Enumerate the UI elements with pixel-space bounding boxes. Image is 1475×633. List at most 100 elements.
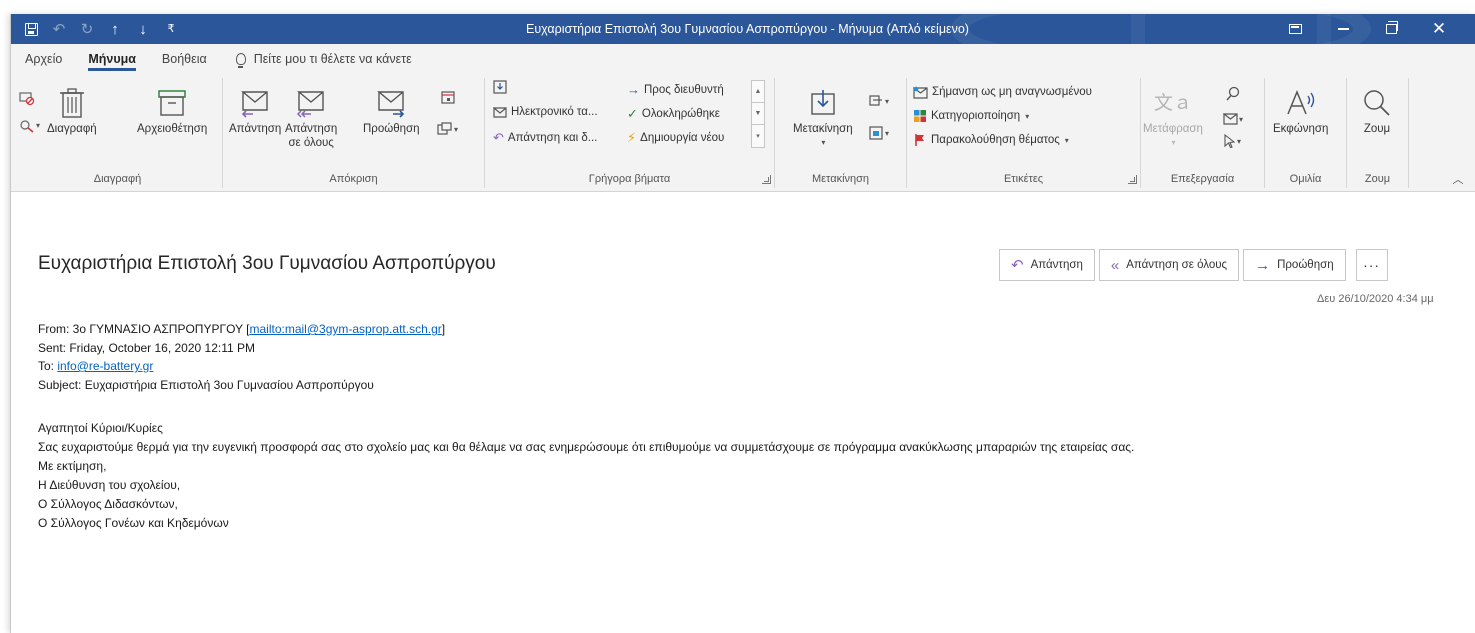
quick-step-done-label: Ολοκληρώθηκε bbox=[641, 108, 720, 120]
window-title: Ευχαριστήρια Επιστολή 3ου Γυμνασίου Ασπρ… bbox=[526, 22, 969, 36]
quick-step-to-manager[interactable]: → Προς διευθυντή bbox=[627, 82, 724, 97]
categories-icon bbox=[914, 110, 926, 122]
rules-icon bbox=[869, 95, 882, 106]
arrow-right-icon: → bbox=[627, 82, 640, 97]
rules-button[interactable]: ▾ bbox=[869, 92, 899, 110]
customize-qat-button[interactable]: ₹ bbox=[157, 18, 185, 40]
mark-unread-button[interactable]: Σήμανση ως μη αναγνωσμένου bbox=[913, 82, 1092, 102]
quick-steps-scroll-up[interactable]: ▲ bbox=[752, 81, 764, 103]
restore-button[interactable] bbox=[1367, 14, 1415, 44]
next-item-button[interactable]: ↓ bbox=[129, 18, 157, 40]
minimize-icon bbox=[1337, 28, 1349, 30]
customize-icon: ₹ bbox=[167, 22, 175, 35]
forward-action-button[interactable]: → Προώθηση bbox=[1243, 249, 1346, 281]
more-actions-button[interactable]: ··· bbox=[1355, 249, 1388, 281]
tell-me-label: Πείτε μου τι θέλετε να κάνετε bbox=[253, 52, 412, 66]
group-respond: Απάντηση Απάντηση σε όλους Προώθηση ▾ Απ… bbox=[223, 78, 485, 188]
ignore-icon bbox=[19, 92, 35, 106]
zoom-button[interactable]: Ζουμ bbox=[1361, 86, 1393, 136]
actions-caret-icon: ▾ bbox=[885, 128, 890, 138]
reply-all-action-button[interactable]: « Απάντηση σε όλους bbox=[1098, 249, 1240, 281]
ribbon-display-icon bbox=[1288, 24, 1302, 34]
delete-button[interactable]: Διαγραφή bbox=[47, 86, 97, 136]
redo-icon: ↻ bbox=[80, 20, 94, 38]
reply-button[interactable]: Απάντηση bbox=[229, 86, 281, 136]
follow-up-button[interactable]: Παρακολούθηση θέματος ▾ bbox=[913, 130, 1069, 150]
group-editing-label: Επεξεργασία bbox=[1170, 173, 1235, 185]
reply-all-button[interactable]: Απάντηση σε όλους bbox=[285, 86, 337, 150]
chevron-up-icon: ︿ bbox=[1452, 174, 1464, 186]
previous-item-button[interactable]: ↑ bbox=[101, 18, 129, 40]
reply-all-action-label: Απάντηση σε όλους bbox=[1126, 259, 1228, 271]
window-controls: ✕ bbox=[1271, 14, 1463, 44]
tab-message[interactable]: Μήνυμα bbox=[75, 44, 149, 74]
quick-steps-scroller: ▲ ▼ ▾ bbox=[751, 80, 765, 148]
archive-button[interactable]: Αρχειοθέτηση bbox=[137, 86, 207, 136]
tags-dialog-launcher[interactable] bbox=[1128, 175, 1137, 184]
lightbulb-icon bbox=[235, 53, 246, 68]
tab-help[interactable]: Βοήθεια bbox=[149, 44, 220, 74]
reply-all-arrow-icon: « bbox=[1110, 256, 1120, 274]
categorize-button[interactable]: Κατηγοριοποίηση ▾ bbox=[913, 106, 1029, 126]
categorize-caret-icon: ▾ bbox=[1025, 111, 1030, 121]
from-mailto-link[interactable]: mailto:mail@3gym-asprop.att.sch.gr bbox=[250, 322, 442, 336]
group-tags: Σήμανση ως μη αναγνωσμένου Κατηγοριοποίη… bbox=[907, 78, 1141, 188]
actions-icon bbox=[869, 126, 883, 140]
restore-icon bbox=[1385, 21, 1398, 34]
ribbon-display-options-button[interactable] bbox=[1271, 14, 1319, 44]
related-caret-icon: ▾ bbox=[1239, 114, 1244, 124]
select-caret-icon: ▾ bbox=[1237, 136, 1242, 146]
quick-step-create-new[interactable]: ⚡ Δημιουργία νέου bbox=[627, 130, 724, 146]
archive-icon bbox=[158, 90, 186, 116]
collapse-ribbon-button[interactable]: ︿ bbox=[1451, 172, 1465, 186]
quick-steps-scroll-down[interactable]: ▼ bbox=[752, 103, 764, 125]
close-icon: ✕ bbox=[1431, 19, 1447, 38]
undo-button[interactable]: ↶ bbox=[45, 18, 73, 40]
body-line: Ο Σύλλογος Διδασκόντων, bbox=[38, 497, 178, 511]
reply-all-label-1: Απάντηση bbox=[285, 123, 338, 135]
cleanup-button[interactable]: ▾ bbox=[19, 116, 45, 134]
quick-step-reply-delete[interactable]: ↶ Απάντηση και δ... bbox=[493, 130, 597, 146]
ignore-button[interactable] bbox=[19, 90, 39, 108]
body-line: Με εκτίμηση, bbox=[38, 459, 107, 473]
header-from: From: 3ο ΓΥΜΝΑΣΙΟ ΑΣΠΡΟΠΥΡΓΟΥ [mailto:ma… bbox=[38, 320, 445, 339]
to-email-link[interactable]: info@re-battery.gr bbox=[57, 359, 153, 373]
reply-arrow-icon: ↶ bbox=[493, 130, 504, 145]
forward-arrow-icon: → bbox=[1255, 256, 1271, 274]
quick-step-create-new-label: Δημιουργία νέου bbox=[640, 132, 725, 144]
forward-button[interactable]: Προώθηση bbox=[363, 86, 420, 136]
minimize-button[interactable] bbox=[1319, 14, 1367, 44]
message-actions: ↶ Απάντηση « Απάντηση σε όλους → Προώθησ… bbox=[999, 249, 1388, 281]
to-prefix: To: bbox=[38, 359, 58, 373]
quick-steps-more[interactable]: ▾ bbox=[752, 125, 764, 147]
forward-action-label: Προώθηση bbox=[1277, 259, 1334, 271]
meeting-button[interactable] bbox=[441, 90, 459, 108]
quick-steps-dialog-launcher[interactable] bbox=[762, 175, 771, 184]
reply-action-button[interactable]: ↶ Απάντηση bbox=[999, 249, 1095, 281]
quick-step-done[interactable]: ✓ Ολοκληρώθηκε bbox=[627, 106, 720, 122]
redo-button[interactable]: ↻ bbox=[73, 18, 101, 40]
tab-file[interactable]: Αρχείο bbox=[11, 44, 75, 74]
onenote-button[interactable]: ▾ bbox=[869, 124, 899, 142]
find-button[interactable] bbox=[1225, 86, 1245, 106]
reply-all-icon bbox=[297, 91, 324, 118]
group-delete-label: Διαγραφή bbox=[93, 173, 142, 185]
related-button[interactable]: ▾ bbox=[1223, 110, 1253, 128]
envelope-icon bbox=[493, 106, 507, 118]
move-button[interactable]: Μετακίνηση ▾ bbox=[793, 86, 853, 150]
from-prefix: From: 3ο ΓΥΜΝΑΣΙΟ ΑΣΠΡΟΠΥΡΓΟΥ [ bbox=[38, 322, 250, 336]
select-button[interactable]: ▾ bbox=[1223, 132, 1253, 150]
tell-me-box[interactable]: Πείτε μου τι θέλετε να κάνετε bbox=[220, 52, 412, 68]
translate-button[interactable]: 文ａ Μετάφραση ▾ bbox=[1143, 86, 1203, 150]
save-button[interactable] bbox=[17, 18, 45, 40]
rules-caret-icon: ▾ bbox=[885, 96, 890, 106]
quick-step-move-to[interactable] bbox=[493, 80, 507, 94]
close-button[interactable]: ✕ bbox=[1415, 14, 1463, 44]
quick-access-toolbar: ↶ ↻ ↑ ↓ ₹ bbox=[17, 18, 185, 40]
group-zoom-label: Ζουμ bbox=[1364, 173, 1391, 185]
more-respond-button[interactable]: ▾ bbox=[437, 120, 467, 138]
quick-step-team-email[interactable]: Ηλεκτρονικό τα... bbox=[493, 106, 598, 118]
body-line: Σας ευχαριστούμε θερμά για την ευγενική … bbox=[38, 440, 1135, 454]
group-delete: ▾ Διαγραφή Αρχειοθέτηση Διαγραφή bbox=[13, 78, 223, 188]
read-aloud-button[interactable]: Εκφώνηση bbox=[1273, 86, 1328, 136]
